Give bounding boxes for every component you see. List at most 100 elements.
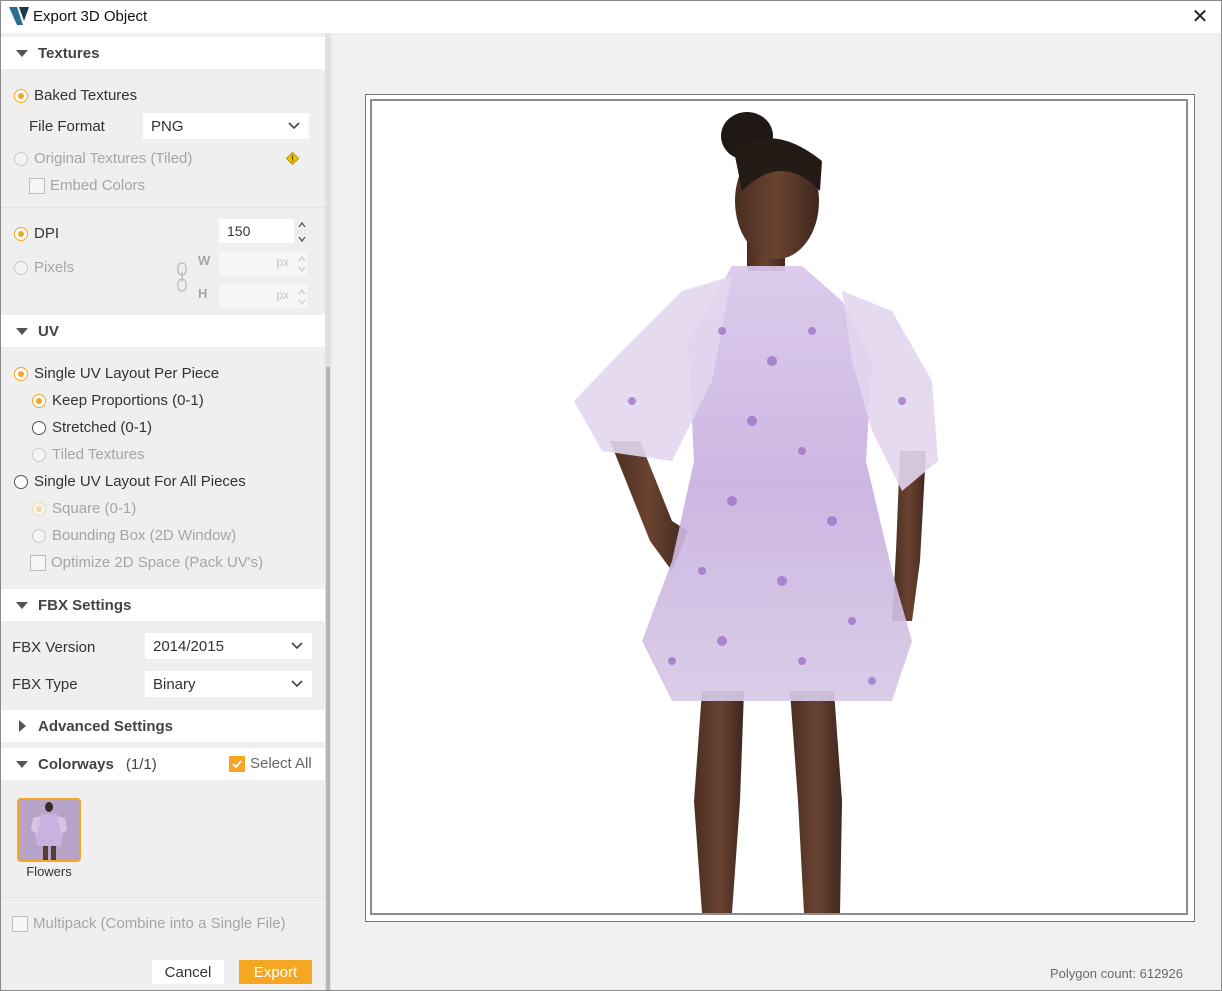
scrollbar-thumb[interactable] [326,367,330,990]
preview-viewport[interactable] [370,99,1188,915]
expand-triangle-icon [19,720,26,732]
divider [1,897,325,898]
select-value: Binary [153,675,196,693]
export-dialog: Export 3D Object ✕ Textures Baked Textur… [0,0,1222,991]
colorway-thumbnail-image [19,800,79,860]
radio-dpi[interactable]: DPI [14,225,59,242]
fbx-version-select[interactable]: 2014/2015 [145,633,312,659]
unit-label: px [276,288,289,302]
radio-indicator [32,393,46,408]
collapse-triangle-icon [16,760,28,768]
radio-indicator [14,474,28,489]
checkbox-indicator [30,554,46,571]
select-value: 2014/2015 [153,637,224,655]
radio-indicator [32,447,46,462]
colorway-label: Flowers [26,864,72,879]
colorways-count: (1/1) [125,755,157,773]
checkbox-indicator [12,915,28,932]
height-stepper-icon[interactable] [297,285,307,309]
section-fbx-header[interactable]: FBX Settings [1,589,325,621]
chevron-down-icon [288,122,300,130]
radio-label: Baked Textures [34,87,138,104]
checkbox-indicator [29,177,45,194]
radio-indicator [14,151,28,166]
cancel-button[interactable]: Cancel [152,960,224,984]
radio-single-uv-per-piece[interactable]: Single UV Layout Per Piece [14,365,219,382]
radio-keep-proportions[interactable]: Keep Proportions (0-1) [32,392,204,409]
radio-pixels[interactable]: Pixels [14,259,74,276]
export-button[interactable]: Export [239,960,312,984]
radio-label: Single UV Layout For All Pieces [34,473,246,490]
section-title: FBX Settings [38,596,132,614]
divider [1,207,325,208]
radio-label: Original Textures (Tiled) [34,150,193,167]
colorway-thumbnail[interactable] [17,798,81,862]
section-advanced-header[interactable]: Advanced Settings [1,710,325,742]
select-all-checkbox[interactable]: Select All [229,755,312,772]
radio-label: DPI [34,225,60,242]
radio-bounding-box[interactable]: Bounding Box (2D Window) [32,527,236,544]
checkmark-icon [232,759,242,768]
radio-single-uv-all-pieces[interactable]: Single UV Layout For All Pieces [14,473,246,490]
radio-indicator [32,420,46,435]
checkbox-label: Multipack (Combine into a Single File) [33,915,286,932]
radio-square[interactable]: Square (0-1) [32,500,136,517]
radio-original-textures[interactable]: Original Textures (Tiled) [14,150,192,167]
pixel-width-input[interactable]: px [219,251,307,275]
chevron-down-icon [291,642,303,650]
dpi-stepper-icon[interactable] [297,220,307,244]
fbx-version-label: FBX Version [12,639,95,656]
radio-stretched[interactable]: Stretched (0-1) [32,419,152,436]
height-label: H [198,286,207,301]
fbx-type-select[interactable]: Binary [145,671,312,697]
pixel-height-input[interactable]: px [219,284,307,308]
radio-tiled-textures[interactable]: Tiled Textures [32,446,145,463]
chevron-down-icon [291,680,303,688]
width-stepper-icon[interactable] [297,252,307,276]
radio-indicator [32,501,46,516]
app-logo-icon [9,7,29,25]
section-textures-header[interactable]: Textures [1,37,325,69]
checkbox-optimize-2d-space[interactable]: Optimize 2D Space (Pack UV's) [30,554,263,571]
radio-indicator [14,366,28,381]
checkbox-label: Optimize 2D Space (Pack UV's) [51,554,264,571]
width-label: W [198,253,210,268]
file-format-label: File Format [29,118,105,135]
window-title: Export 3D Object [33,8,148,25]
field-label: File Format [29,118,105,135]
checkbox-embed-colors[interactable]: Embed Colors [29,177,145,194]
checkbox-multipack[interactable]: Multipack (Combine into a Single File) [12,915,286,932]
collapse-triangle-icon [16,327,28,335]
radio-label: Keep Proportions (0-1) [52,392,204,409]
field-label: H [198,286,208,301]
radio-indicator [32,528,46,543]
section-title: UV [38,322,59,340]
select-value: PNG [151,117,184,135]
warning-diamond-icon[interactable] [286,152,299,165]
file-format-select[interactable]: PNG [143,113,309,139]
avatar-preview-image [372,101,1186,913]
section-title: Colorways [38,755,114,773]
close-icon[interactable]: ✕ [1187,4,1213,28]
fbx-type-label: FBX Type [12,676,78,693]
radio-label: Stretched (0-1) [52,419,153,436]
radio-indicator [14,88,28,103]
section-uv-header[interactable]: UV [1,315,325,347]
radio-indicator [14,226,28,241]
dpi-input[interactable]: 150 [219,219,294,243]
collapse-triangle-icon [16,601,28,609]
field-label: W [198,253,211,268]
radio-baked-textures[interactable]: Baked Textures [14,87,137,104]
unit-label: px [276,255,289,269]
field-label: FBX Type [12,676,78,693]
radio-label: Pixels [34,259,75,276]
radio-label: Single UV Layout Per Piece [34,365,220,382]
radio-label: Bounding Box (2D Window) [52,527,237,544]
checkbox-label: Embed Colors [50,177,146,194]
radio-indicator [14,260,28,275]
checkbox-label: Select All [250,755,312,772]
radio-label: Tiled Textures [52,446,145,463]
checkbox-indicator [229,755,245,772]
link-chain-icon[interactable] [175,262,189,292]
section-title: Advanced Settings [38,717,174,735]
